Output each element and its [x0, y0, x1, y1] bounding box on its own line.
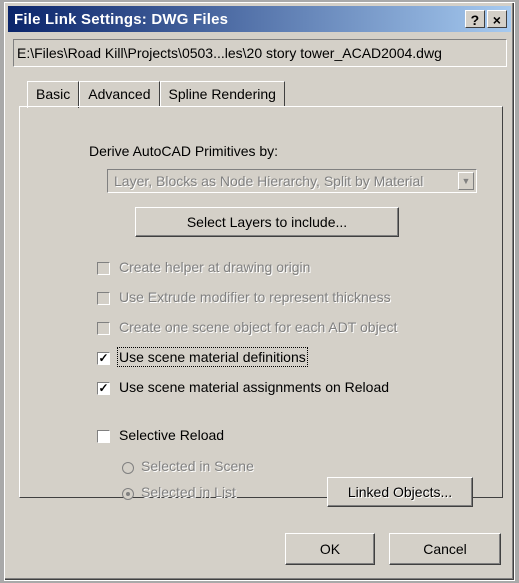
- ok-button[interactable]: OK: [285, 533, 375, 565]
- selected-in-scene-label: Selected in Scene: [141, 458, 254, 474]
- title-bar: File Link Settings: DWG Files ? ×: [8, 6, 511, 32]
- file-path-field[interactable]: E:\Files\Road Kill\Projects\0503...les\2…: [13, 39, 507, 67]
- selected-in-list-radio[interactable]: [122, 488, 134, 500]
- tab-advanced[interactable]: Advanced: [79, 81, 160, 107]
- tab-spline-rendering[interactable]: Spline Rendering: [159, 81, 285, 107]
- window-title: File Link Settings: DWG Files: [14, 10, 229, 28]
- create-helper-label: Create helper at drawing origin: [119, 259, 311, 275]
- selected-in-list-label: Selected in List: [141, 484, 236, 500]
- selective-reload-label: Selective Reload: [119, 427, 225, 443]
- use-extrude-label: Use Extrude modifier to represent thickn…: [119, 289, 391, 305]
- file-link-settings-dialog: File Link Settings: DWG Files ? × E:\Fil…: [4, 2, 515, 581]
- selective-reload-checkbox[interactable]: [97, 430, 110, 443]
- linked-objects-button[interactable]: Linked Objects...: [327, 477, 473, 507]
- scene-material-definitions-checkbox[interactable]: ✓: [97, 352, 110, 365]
- one-object-per-adt-checkbox[interactable]: [97, 322, 110, 335]
- scene-material-definitions-label: Use scene material definitions: [117, 347, 308, 367]
- one-object-per-adt-label: Create one scene object for each ADT obj…: [119, 319, 398, 335]
- create-helper-checkbox[interactable]: [97, 262, 110, 275]
- cancel-button[interactable]: Cancel: [389, 533, 501, 565]
- help-button[interactable]: ?: [465, 10, 485, 28]
- derive-primitives-dropdown[interactable]: Layer, Blocks as Node Hierarchy, Split b…: [107, 169, 477, 193]
- close-button[interactable]: ×: [487, 10, 507, 28]
- selected-in-scene-radio[interactable]: [122, 462, 134, 474]
- derive-label: Derive AutoCAD Primitives by:: [89, 143, 279, 159]
- chevron-down-icon[interactable]: ▼: [458, 172, 474, 190]
- use-extrude-checkbox[interactable]: [97, 292, 110, 305]
- tab-strip: Basic Advanced Spline Rendering: [27, 81, 285, 108]
- select-layers-button[interactable]: Select Layers to include...: [135, 207, 399, 237]
- derive-primitives-value: Layer, Blocks as Node Hierarchy, Split b…: [114, 173, 424, 189]
- scene-material-assignments-label: Use scene material assignments on Reload: [119, 379, 390, 395]
- scene-material-assignments-checkbox[interactable]: ✓: [97, 382, 110, 395]
- tab-basic[interactable]: Basic: [27, 81, 80, 108]
